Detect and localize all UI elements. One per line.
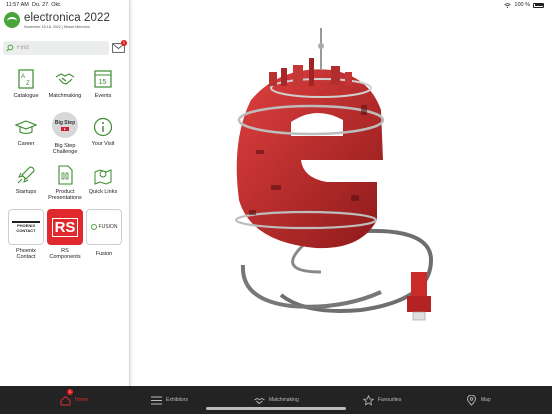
- tab-favourites-label: Favourites: [378, 397, 402, 403]
- fusion-label: Fusion: [95, 251, 113, 257]
- app-screen: electronica 2022 November 15-18, 2022 | …: [0, 0, 552, 414]
- status-bar: 11:57 AM Do. 27. Okt. 100 %: [0, 0, 552, 10]
- big-step-logo: Big Step ►: [52, 112, 78, 138]
- electronica-hero-artwork: [234, 28, 434, 321]
- wifi-icon: [504, 2, 512, 8]
- search-input[interactable]: [17, 45, 107, 51]
- battery-icon: [533, 2, 544, 8]
- tab-exhibitors[interactable]: Exhibitors: [151, 386, 188, 414]
- menu-big-step-challenge[interactable]: Big Step ► Big Step Challenge: [45, 112, 85, 156]
- battery-percent: 100 %: [514, 2, 530, 8]
- svg-text:15: 15: [99, 79, 107, 86]
- home-badge: 1: [67, 389, 73, 395]
- svg-text:Z: Z: [26, 81, 30, 87]
- handshake-icon: [254, 397, 265, 404]
- tab-home[interactable]: 1 Home: [60, 386, 88, 414]
- map-pin-icon: [94, 169, 112, 185]
- menu-catalogue[interactable]: AZ Catalogue: [6, 68, 46, 99]
- matchmaking-label: Matchmaking: [48, 93, 82, 99]
- electronica-logo-icon: [4, 12, 20, 28]
- menu-matchmaking[interactable]: Matchmaking: [45, 68, 85, 99]
- menu-events[interactable]: 15 Events: [83, 68, 123, 99]
- tab-exhibitors-label: Exhibitors: [166, 397, 188, 403]
- star-icon: [363, 394, 374, 406]
- home-indicator[interactable]: [206, 407, 346, 410]
- mail-badge: 1: [121, 40, 127, 46]
- list-icon: [151, 396, 162, 404]
- menu-startups[interactable]: Startups: [6, 164, 46, 195]
- quick-links-label: Quick Links: [88, 189, 118, 195]
- tab-favourites[interactable]: Favourites: [363, 386, 401, 414]
- sidebar: electronica 2022 November 15-18, 2022 | …: [0, 0, 130, 386]
- home-icon: [60, 395, 71, 405]
- fusion-mark-icon: [90, 224, 97, 230]
- logo-title: electronica 2022: [24, 12, 110, 24]
- search-icon: [6, 44, 14, 52]
- logo-subtitle: November 15-18, 2022 | Messe München: [24, 25, 91, 29]
- search-bar[interactable]: [3, 41, 109, 55]
- events-label: Events: [94, 93, 112, 99]
- graduation-cap-icon: [15, 120, 37, 135]
- info-icon: [93, 117, 113, 137]
- document-icon: [58, 165, 73, 185]
- rocket-icon: [17, 166, 35, 184]
- startups-label: Startups: [15, 189, 37, 195]
- career-label: Career: [17, 141, 35, 147]
- status-date: Do. 27. Okt.: [32, 2, 62, 8]
- map-pin-icon: [467, 394, 476, 406]
- your-visit-label: Your Visit: [91, 141, 115, 147]
- status-time: 11:57 AM: [6, 2, 29, 8]
- fusion-logo[interactable]: FUSION: [86, 209, 122, 245]
- phoenix-contact-logo[interactable]: PHOENIX CONTACT: [8, 209, 44, 245]
- rs-components-label: RS Components: [49, 248, 81, 261]
- tab-map-label: Map: [481, 397, 491, 403]
- rs-components-logo[interactable]: RS: [47, 209, 83, 245]
- catalogue-label: Catalogue: [13, 93, 39, 99]
- catalogue-icon: AZ: [18, 69, 34, 89]
- product-presentations-label: Product Presentations: [48, 189, 82, 202]
- tab-matchmaking-label: Matchmaking: [269, 397, 299, 403]
- tab-map[interactable]: Map: [466, 386, 491, 414]
- app-logo[interactable]: electronica 2022 November 15-18, 2022 | …: [4, 12, 110, 29]
- calendar-icon: 15: [94, 70, 112, 88]
- phoenix-contact-label: Phoenix Contact: [16, 248, 36, 261]
- menu-quick-links[interactable]: Quick Links: [83, 164, 123, 195]
- big-step-label: Big Step Challenge: [52, 143, 78, 156]
- tab-home-label: Home: [75, 397, 89, 403]
- svg-text:A: A: [21, 74, 25, 80]
- handshake-icon: [55, 73, 75, 85]
- menu-career[interactable]: Career: [6, 116, 46, 147]
- menu-product-presentations[interactable]: Product Presentations: [45, 164, 85, 202]
- menu-your-visit[interactable]: Your Visit: [83, 116, 123, 147]
